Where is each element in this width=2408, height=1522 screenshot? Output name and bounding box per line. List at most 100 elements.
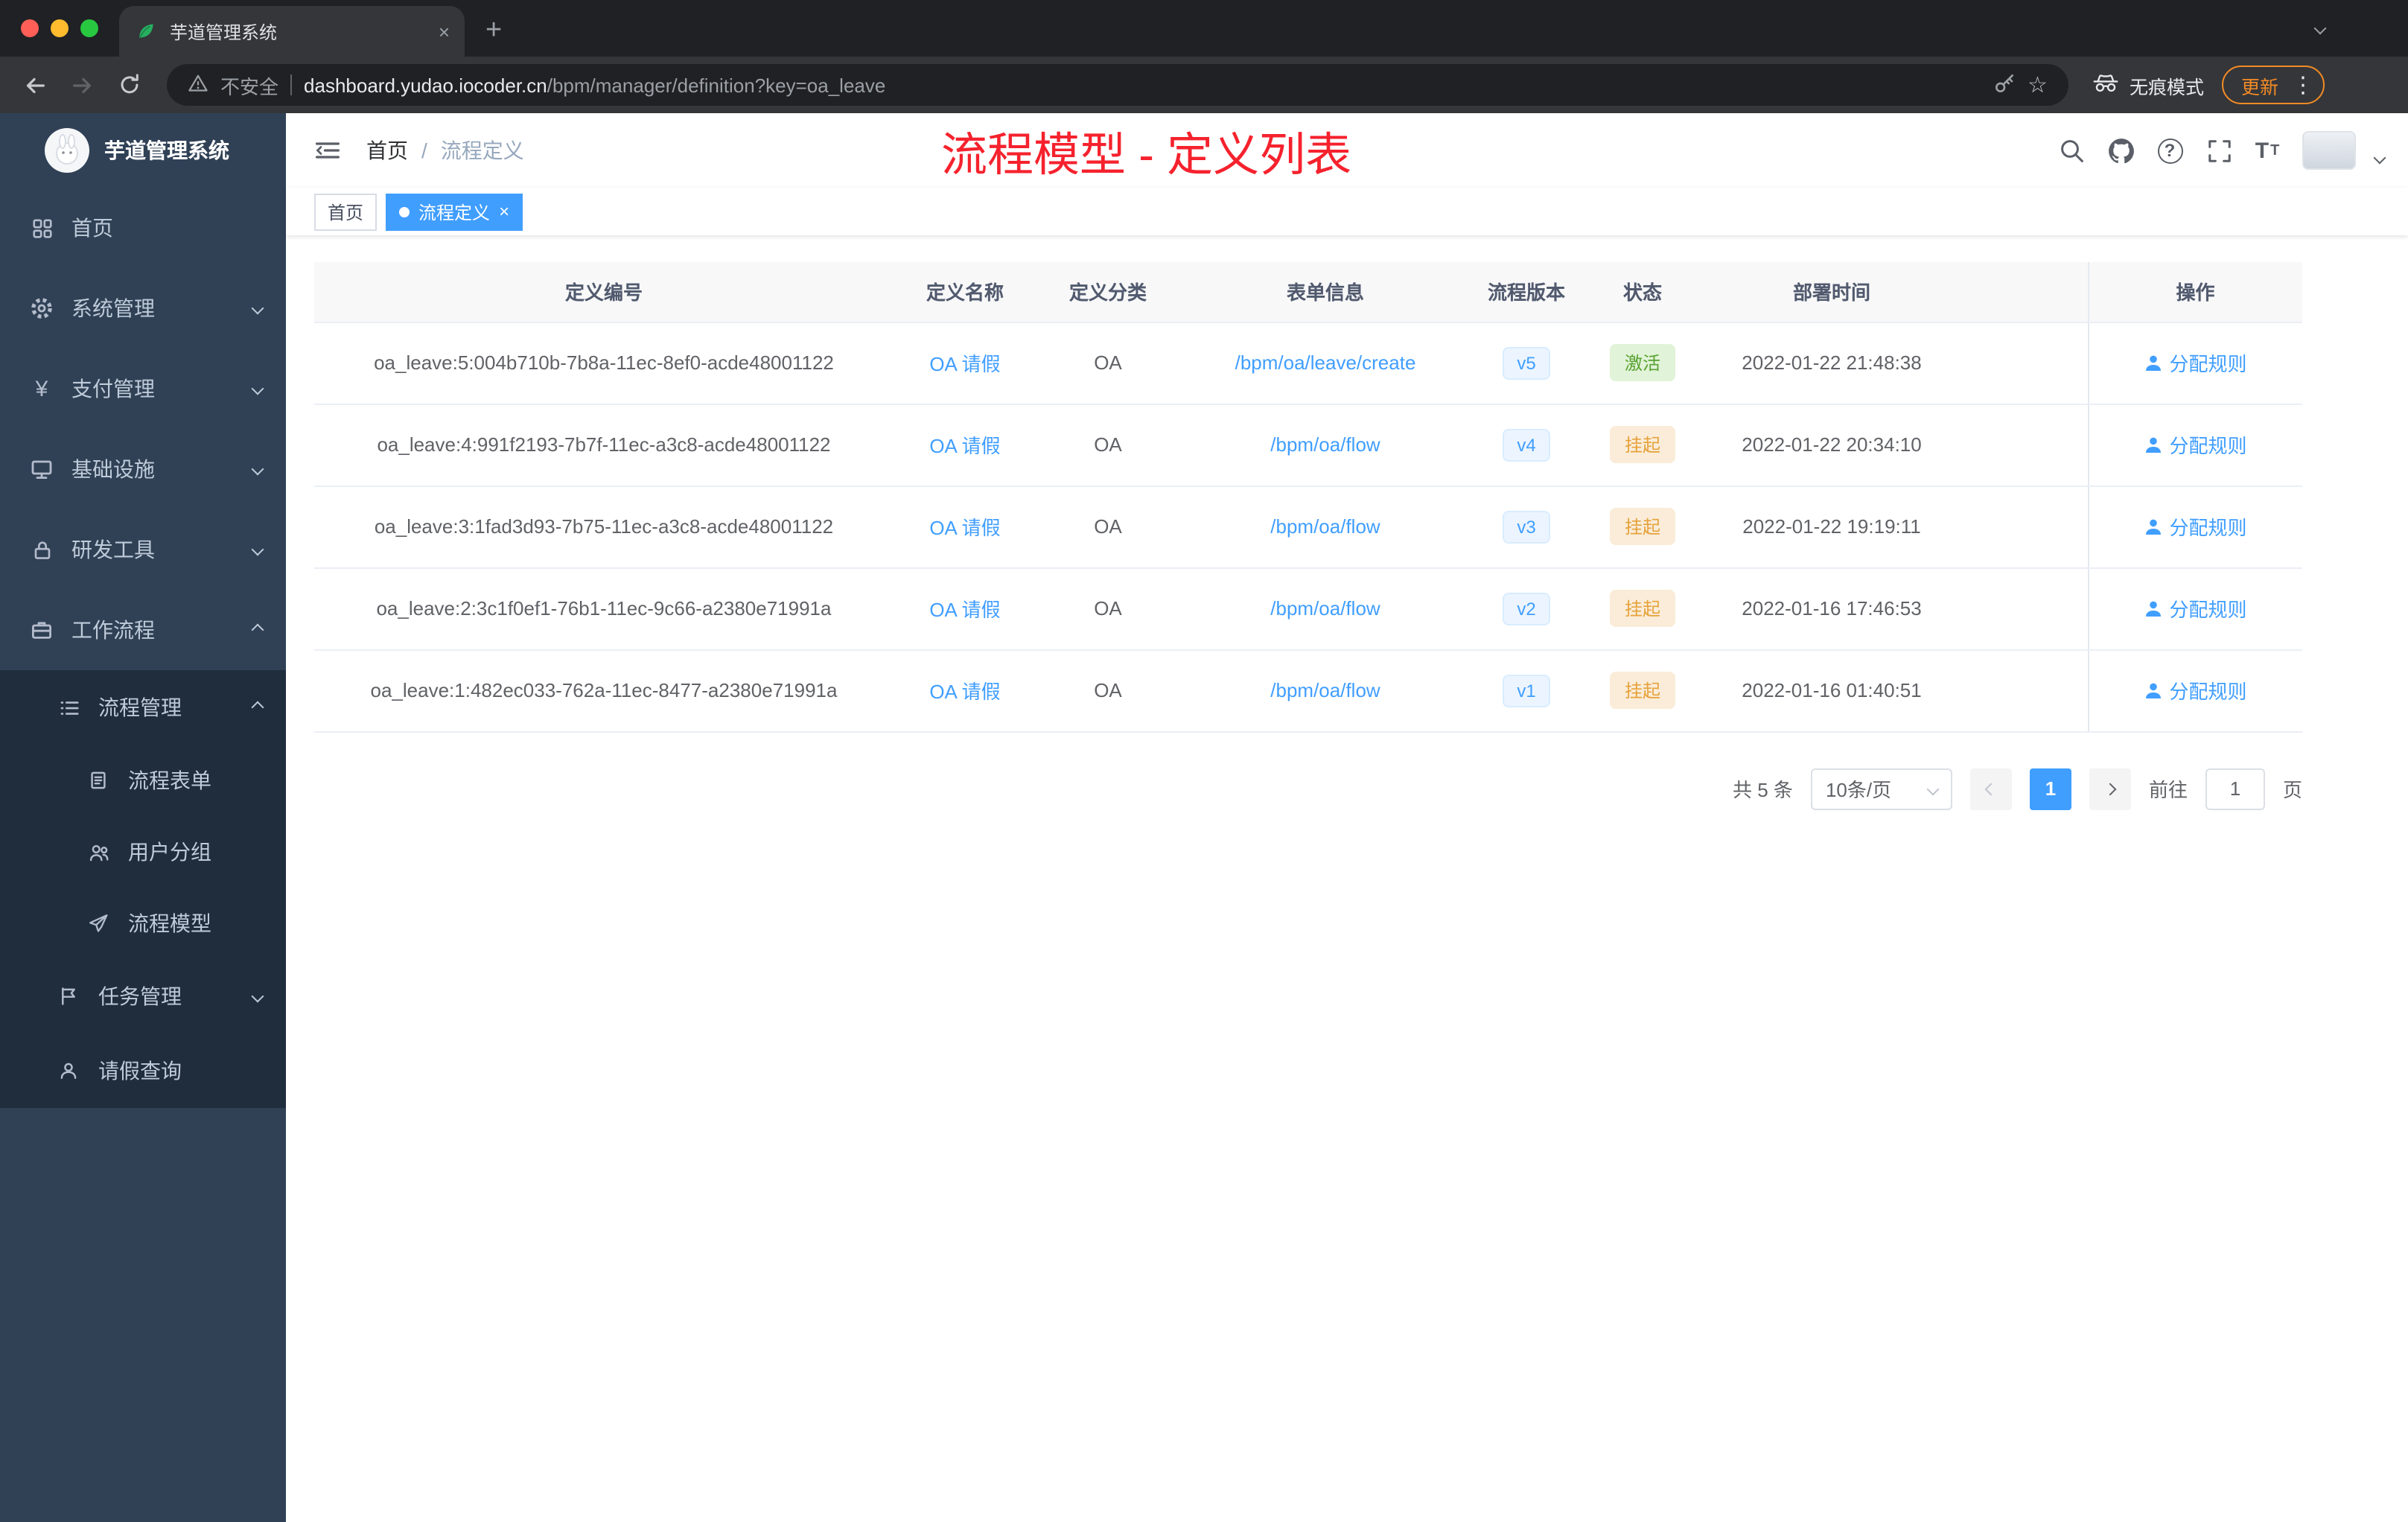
sidebar-item-workflow[interactable]: 工作流程: [0, 590, 286, 670]
form-info-link[interactable]: /bpm/oa/leave/create: [1235, 351, 1416, 374]
security-label: 不安全: [220, 75, 279, 98]
cell-filler: [1960, 485, 2088, 568]
definition-name-link[interactable]: OA 请假: [929, 681, 1000, 703]
form-info-link[interactable]: /bpm/oa/flow: [1270, 515, 1380, 538]
assign-rule-link[interactable]: 分配规则: [2144, 594, 2247, 623]
tag-home[interactable]: 首页: [314, 193, 378, 230]
cell-category: OA: [1036, 649, 1179, 732]
assign-rule-link[interactable]: 分配规则: [2144, 512, 2247, 541]
bookmark-star-icon[interactable]: ☆: [2028, 71, 2048, 98]
definition-name-link[interactable]: OA 请假: [929, 435, 1000, 457]
sidebar-item-process-form[interactable]: 流程表单: [0, 745, 286, 816]
sidebar-item-home[interactable]: 首页: [0, 188, 286, 268]
definition-name-link[interactable]: OA 请假: [929, 353, 1000, 375]
top-navbar: 首页 / 流程定义 流程模型 - 定义列表 ? TT: [286, 113, 2408, 188]
new-tab-button[interactable]: +: [485, 15, 502, 48]
version-badge: v1: [1502, 674, 1551, 707]
send-icon: [86, 911, 110, 935]
definition-name-link[interactable]: OA 请假: [929, 599, 1000, 621]
form-info-link[interactable]: /bpm/oa/flow: [1270, 679, 1380, 701]
col-operation: 操作: [2087, 262, 2302, 322]
col-definition-id: 定义编号: [314, 262, 894, 322]
security-warning-icon[interactable]: [188, 72, 208, 98]
version-badge: v3: [1502, 510, 1551, 543]
url-bar[interactable]: 不安全 dashboard.yudao.iocoder.cn/bpm/manag…: [167, 64, 2068, 106]
sidebar-item-system[interactable]: 系统管理: [0, 268, 286, 348]
collapse-sidebar-icon[interactable]: [298, 121, 357, 180]
prev-page-button[interactable]: [1969, 768, 2012, 809]
app-title: 芋道管理系统: [104, 138, 229, 162]
col-form-info: 表单信息: [1179, 262, 1471, 322]
next-page-button[interactable]: [2089, 768, 2131, 809]
incognito-icon: [2092, 72, 2119, 98]
main-area: 首页 / 流程定义 流程模型 - 定义列表 ? TT 首页 流程定义 × 定义编…: [286, 113, 2408, 1522]
user-avatar[interactable]: [2302, 131, 2356, 170]
browser-tab[interactable]: 芋道管理系统 ×: [119, 6, 465, 57]
close-window-button[interactable]: [21, 19, 39, 37]
browser-toolbar: 不安全 dashboard.yudao.iocoder.cn/bpm/manag…: [0, 57, 2408, 113]
col-definition-category: 定义分类: [1036, 262, 1179, 322]
sidebar-item-process-model[interactable]: 流程模型: [0, 888, 286, 959]
update-button[interactable]: 更新 ⋮: [2221, 66, 2325, 104]
chevron-down-icon: [251, 302, 264, 315]
browser-menu-icon[interactable]: ⋮: [2292, 71, 2314, 98]
monitor-icon: [30, 457, 54, 481]
fullscreen-icon[interactable]: [2204, 136, 2234, 165]
sidebar-item-devtools[interactable]: 研发工具: [0, 509, 286, 590]
cell-category: OA: [1036, 322, 1179, 404]
password-key-icon[interactable]: [1992, 71, 2016, 99]
search-icon[interactable]: [2057, 136, 2086, 165]
font-size-icon[interactable]: TT: [2253, 136, 2283, 165]
status-badge: 挂起: [1609, 426, 1675, 463]
chevron-down-icon: [1926, 782, 1940, 795]
tab-search-icon[interactable]: [2313, 13, 2327, 40]
back-icon[interactable]: [12, 63, 57, 107]
sidebar-item-process-management[interactable]: 流程管理: [0, 670, 286, 745]
favicon-leaf-icon: [134, 19, 158, 43]
dashboard-icon: [30, 216, 54, 240]
col-deploy-time: 部署时间: [1704, 262, 1960, 322]
form-info-link[interactable]: /bpm/oa/flow: [1270, 433, 1380, 456]
goto-label: 前往: [2148, 779, 2188, 801]
minimize-window-button[interactable]: [51, 19, 69, 37]
github-icon[interactable]: [2106, 136, 2135, 165]
goto-page-input[interactable]: [2205, 768, 2265, 809]
sidebar-item-infrastructure[interactable]: 基础设施: [0, 429, 286, 509]
assign-rule-link[interactable]: 分配规则: [2144, 348, 2247, 377]
active-dot: [399, 206, 410, 217]
page-size-select[interactable]: 10条/页: [1810, 768, 1952, 809]
tag-process-definition[interactable]: 流程定义 ×: [386, 193, 523, 230]
cell-deploy-time: 2022-01-22 21:48:38: [1704, 322, 1960, 404]
pagination: 共 5 条 10条/页 1 前往 页: [314, 768, 2302, 809]
assign-rule-link[interactable]: 分配规则: [2144, 430, 2247, 459]
tab-close-icon[interactable]: ×: [439, 20, 450, 42]
tag-close-icon[interactable]: ×: [499, 201, 509, 222]
page-1-button[interactable]: 1: [2029, 768, 2071, 809]
workflow-submenu: 流程管理 流程表单 用户分组 流程模型 任务管理 请假查询: [0, 670, 286, 1108]
maximize-window-button[interactable]: [80, 19, 98, 37]
chevron-up-icon: [251, 623, 264, 637]
definition-name-link[interactable]: OA 请假: [929, 517, 1000, 539]
chevron-down-icon: [251, 990, 264, 1003]
help-icon[interactable]: ?: [2155, 136, 2185, 165]
cell-category: OA: [1036, 485, 1179, 568]
sidebar-item-payment[interactable]: ¥ 支付管理: [0, 348, 286, 429]
sidebar-item-leave-query[interactable]: 请假查询: [0, 1034, 286, 1108]
incognito-badge: 无痕模式: [2092, 71, 2204, 99]
avatar-caret-icon[interactable]: [2373, 151, 2386, 165]
assign-rule-link[interactable]: 分配规则: [2144, 676, 2247, 704]
status-badge: 挂起: [1609, 590, 1675, 627]
cell-deploy-time: 2022-01-22 19:19:11: [1704, 485, 1960, 568]
sidebar-item-task-management[interactable]: 任务管理: [0, 959, 286, 1034]
forward-icon[interactable]: [60, 63, 104, 107]
url-text[interactable]: dashboard.yudao.iocoder.cn/bpm/manager/d…: [304, 74, 885, 96]
table-header-row: 定义编号 定义名称 定义分类 表单信息 流程版本 状态 部署时间 操作: [314, 262, 2302, 322]
sidebar: 芋道管理系统 首页 系统管理 ¥ 支付管理 基础设施 研发工具 工作流程 流程管…: [0, 113, 286, 1522]
tab-title: 芋道管理系统: [170, 22, 278, 42]
cell-definition-id: oa_leave:5:004b710b-7b8a-11ec-8ef0-acde4…: [314, 322, 894, 404]
breadcrumb-home[interactable]: 首页: [366, 136, 408, 165]
form-info-link[interactable]: /bpm/oa/flow: [1270, 597, 1380, 620]
sidebar-item-user-group[interactable]: 用户分组: [0, 816, 286, 888]
reload-icon[interactable]: [107, 63, 152, 107]
version-badge: v2: [1502, 592, 1551, 625]
